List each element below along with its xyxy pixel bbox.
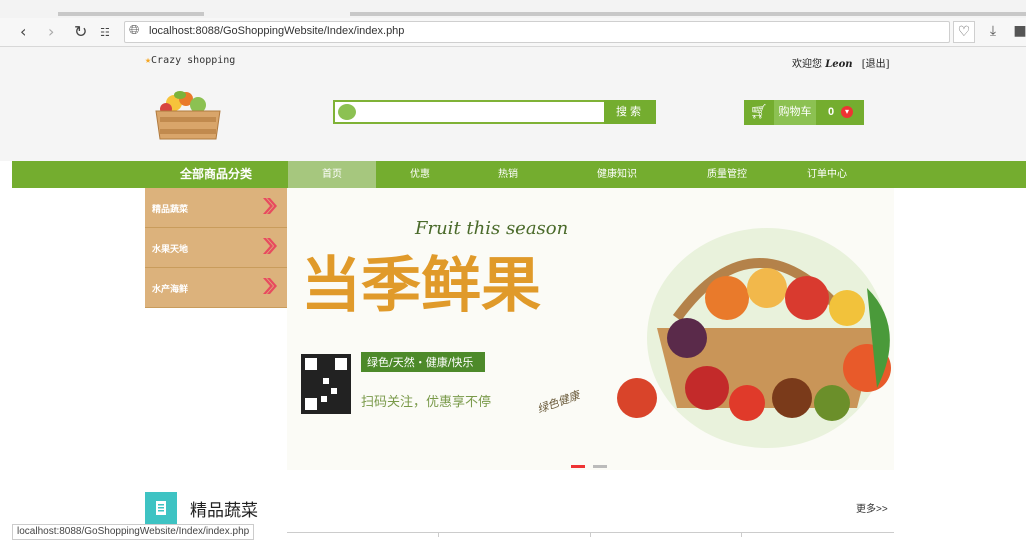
reload-icon[interactable]: ↻ <box>74 23 87 41</box>
site-header: 搜索 🛒︎ 购物车 0 ▾ <box>0 73 1026 161</box>
double-chevron-right-icon <box>263 278 277 294</box>
main-nav: 全部商品分类 首页 优惠 热销 健康知识 质量管控 订单中心 <box>12 161 1026 188</box>
category-item[interactable]: 水果天地 <box>145 228 287 268</box>
all-categories-title[interactable]: 全部商品分类 <box>145 161 287 188</box>
url-text: localhost:8088/GoShoppingWebsite/Index/i… <box>149 25 405 37</box>
welcome-prefix: 欢迎您 <box>792 59 822 70</box>
url-field[interactable]: 🌐︎ localhost:8088/GoShoppingWebsite/Inde… <box>124 21 950 43</box>
search-bar[interactable]: 搜索 <box>333 100 656 124</box>
search-leaf-icon <box>338 104 356 120</box>
more-link[interactable]: 更多>> <box>856 500 888 515</box>
banner-script-text: Fruit this season <box>414 218 568 239</box>
globe-icon: 🌐︎ <box>129 23 140 38</box>
nav-item-orders[interactable]: 订单中心 <box>782 161 872 188</box>
site-topbar: ★Crazy shopping 欢迎您 Leon [退出] <box>0 47 1026 73</box>
nav-item-deals[interactable]: 优惠 <box>376 161 464 188</box>
carousel-indicators <box>571 455 615 473</box>
apps-grid-icon[interactable]: ☷ <box>100 24 110 42</box>
cart-button[interactable]: 🛒︎ 购物车 0 ▾ <box>744 100 864 125</box>
category-label: 精品蔬菜 <box>152 204 189 214</box>
logout-link[interactable]: [退出] <box>862 59 890 70</box>
favorite-heart-icon[interactable]: ♡ <box>953 21 975 43</box>
category-item[interactable]: 水产海鲜 <box>145 268 287 308</box>
category-item[interactable]: 精品蔬菜 <box>145 188 287 228</box>
menu-flag-icon[interactable]: ■ <box>1010 21 1026 41</box>
brand-text: Crazy shopping <box>151 55 236 66</box>
banner-artwork: Fruit this season 当季鲜果 绿色/天然・健康/快乐 扫码关注，… <box>301 218 891 448</box>
banner-calligraphy: 绿色健康 <box>536 388 584 416</box>
cart-icon: 🛒︎ <box>750 104 768 120</box>
forward-icon[interactable]: › <box>48 23 54 41</box>
document-icon <box>145 492 177 524</box>
section-title: 精品蔬菜 <box>190 501 258 520</box>
nav-item-health[interactable]: 健康知识 <box>562 161 672 188</box>
username: Leon <box>825 59 853 70</box>
banner-scan-text: 扫码关注，优惠享不停 <box>361 394 491 410</box>
nav-item-quality[interactable]: 质量管控 <box>672 161 782 188</box>
tab-indicator <box>350 12 1026 16</box>
carousel-dot-active[interactable] <box>571 465 585 468</box>
cart-dropdown-icon[interactable]: ▾ <box>841 106 853 118</box>
category-list: 精品蔬菜 水果天地 水产海鲜 <box>145 188 287 308</box>
hero-banner[interactable]: Fruit this season 当季鲜果 绿色/天然・健康/快乐 扫码关注，… <box>287 188 894 470</box>
fruit-crate-logo[interactable] <box>152 87 224 143</box>
browser-status-url: localhost:8088/GoShoppingWebsite/Index/i… <box>12 524 255 540</box>
search-button[interactable]: 搜索 <box>604 100 656 124</box>
cart-count: 0 <box>828 106 835 118</box>
brand-slogan: ★Crazy shopping <box>145 55 235 66</box>
download-icon[interactable]: ⤓ <box>983 21 1003 41</box>
carousel-dot[interactable] <box>593 465 607 468</box>
product-grid-top <box>287 532 894 537</box>
nav-item-hot[interactable]: 热销 <box>464 161 552 188</box>
browser-tab-strip <box>0 0 1026 18</box>
welcome-message: 欢迎您 Leon [退出] <box>792 55 890 70</box>
cart-label: 购物车 <box>774 100 816 125</box>
address-bar: ‹ › ↻ ☷ 🌐︎ localhost:8088/GoShoppingWebs… <box>0 18 1026 47</box>
double-chevron-right-icon <box>263 198 277 214</box>
double-chevron-right-icon <box>263 238 277 254</box>
banner-headline: 当季鲜果 <box>301 251 541 321</box>
banner-tagline: 绿色/天然・健康/快乐 <box>367 355 473 369</box>
back-icon[interactable]: ‹ <box>20 23 26 41</box>
tab-indicator <box>58 12 204 16</box>
category-label: 水果天地 <box>152 244 189 254</box>
category-label: 水产海鲜 <box>152 284 189 294</box>
nav-item-home[interactable]: 首页 <box>288 161 376 188</box>
